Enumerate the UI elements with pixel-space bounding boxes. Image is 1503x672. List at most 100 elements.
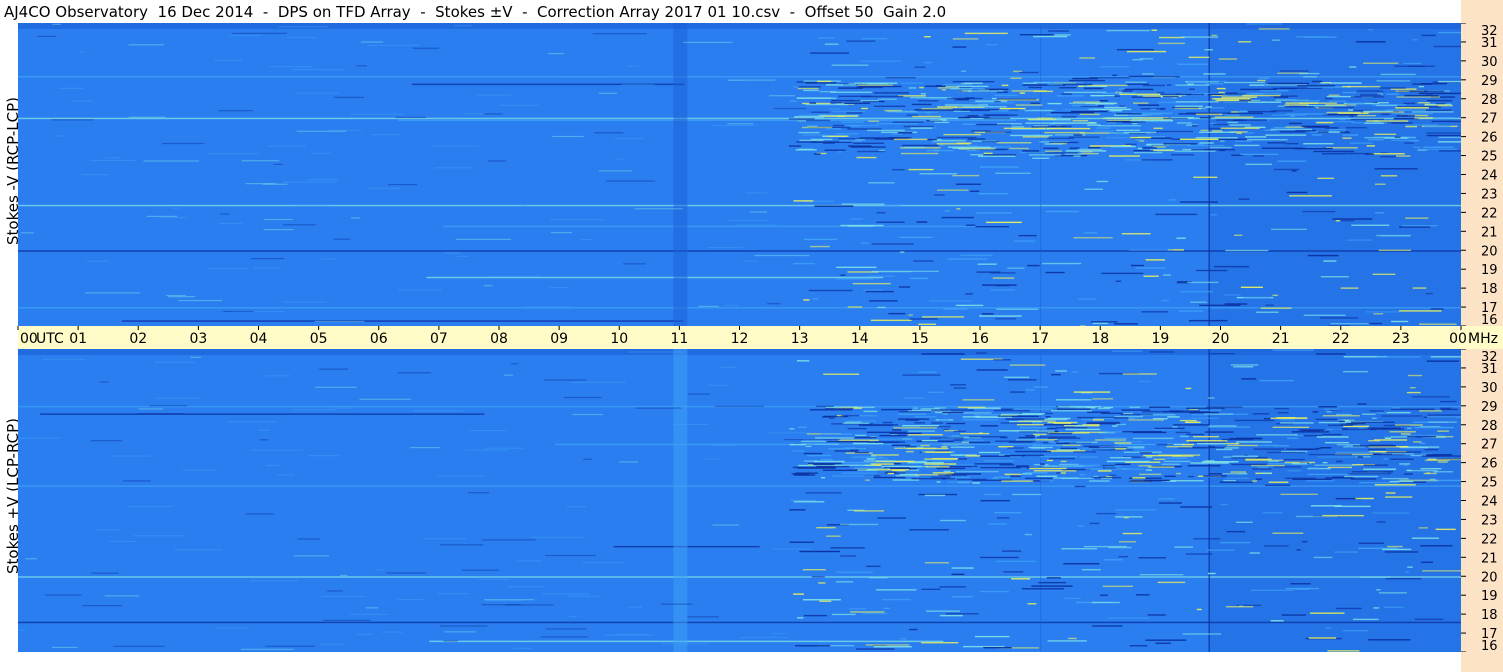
signal-streak (1233, 234, 1243, 237)
signal-streak (1284, 104, 1309, 106)
signal-streak (1327, 466, 1353, 469)
signal-streak (899, 473, 918, 476)
signal-streak (1046, 459, 1053, 462)
signal-streak (1399, 463, 1410, 465)
signal-streak (660, 603, 693, 605)
signal-streak (1371, 104, 1407, 106)
signal-streak (504, 374, 514, 376)
signal-streak (1023, 454, 1044, 457)
signal-streak (1364, 122, 1385, 125)
signal-streak (1004, 454, 1026, 457)
signal-streak (1188, 56, 1210, 59)
signal-streak (916, 221, 928, 223)
signal-streak (467, 492, 490, 494)
signal-streak (1286, 191, 1308, 194)
signal-streak (983, 154, 1016, 156)
signal-streak (306, 179, 339, 181)
signal-streak (1073, 391, 1111, 393)
signal-streak (1395, 107, 1429, 109)
signal-streak (768, 432, 811, 434)
signal-streak (1118, 541, 1137, 543)
signal-streak (293, 555, 330, 557)
signal-streak (1326, 111, 1361, 114)
signal-streak (912, 115, 942, 118)
signal-streak (1021, 588, 1064, 590)
signal-streak (841, 121, 864, 123)
signal-streak (931, 409, 974, 411)
signal-streak (168, 296, 196, 298)
signal-streak (861, 38, 888, 40)
signal-streak (909, 529, 949, 531)
signal-streak (1412, 39, 1419, 41)
signal-streak (1073, 237, 1113, 239)
signal-streak (1357, 114, 1377, 117)
signal-streak (1386, 411, 1411, 414)
signal-streak (1179, 435, 1190, 438)
signal-streak (945, 85, 989, 88)
signal-streak (950, 476, 971, 479)
signal-streak (908, 87, 917, 89)
signal-streak (1374, 484, 1416, 486)
signal-streak (1347, 472, 1392, 475)
signal-streak (1272, 294, 1278, 297)
signal-streak (885, 76, 916, 79)
signal-streak (1128, 75, 1154, 78)
signal-streak (919, 173, 958, 175)
signal-streak (970, 190, 980, 192)
signal-streak (899, 251, 905, 253)
signal-streak (1236, 132, 1243, 134)
signal-streak (1061, 477, 1094, 480)
signal-streak (1123, 131, 1157, 134)
signal-streak (259, 439, 269, 441)
signal-streak (1414, 618, 1444, 621)
signal-streak (1189, 441, 1226, 443)
signal-streak (1318, 106, 1354, 109)
signal-streak (1047, 137, 1074, 140)
signal-streak (1190, 462, 1229, 464)
freq-tick-label: 18 (1481, 282, 1498, 297)
signal-streak (884, 109, 902, 112)
signal-streak (877, 306, 886, 309)
signal-streak (1108, 155, 1140, 157)
signal-streak (936, 467, 966, 470)
signal-streak (1204, 460, 1215, 462)
signal-streak (809, 102, 817, 104)
signal-streak (942, 413, 949, 415)
signal-streak (333, 238, 351, 240)
signal-streak (293, 204, 331, 206)
signal-streak (1312, 411, 1319, 413)
signal-streak (166, 294, 186, 297)
signal-streak (893, 427, 937, 429)
signal-streak (891, 444, 911, 446)
signal-streak (983, 117, 1011, 120)
signal-streak (1316, 436, 1349, 438)
signal-streak (1085, 102, 1116, 105)
signal-streak (955, 454, 963, 456)
signal-streak (1223, 447, 1239, 449)
signal-streak (1238, 198, 1250, 200)
signal-streak (866, 458, 875, 460)
signal-streak (924, 463, 957, 465)
signal-streak (1068, 637, 1077, 640)
signal-streak (1277, 411, 1289, 414)
signal-streak (321, 258, 337, 260)
signal-streak (771, 548, 812, 550)
signal-streak (1304, 434, 1322, 437)
signal-streak (980, 466, 1021, 469)
signal-streak (854, 451, 869, 454)
signal-streak (1193, 176, 1218, 179)
signal-streak (1272, 426, 1310, 429)
signal-streak (798, 148, 814, 150)
signal-streak (1010, 475, 1021, 477)
signal-streak (1059, 87, 1077, 89)
signal-streak (789, 428, 795, 430)
signal-streak (1093, 130, 1114, 132)
signal-streak (635, 407, 682, 409)
signal-streak (1057, 405, 1102, 408)
signal-streak (455, 238, 511, 240)
signal-streak (990, 289, 1015, 291)
signal-streak (769, 95, 796, 97)
signal-streak (1000, 413, 1043, 416)
signal-streak (1314, 464, 1355, 466)
signal-streak (1267, 82, 1310, 85)
